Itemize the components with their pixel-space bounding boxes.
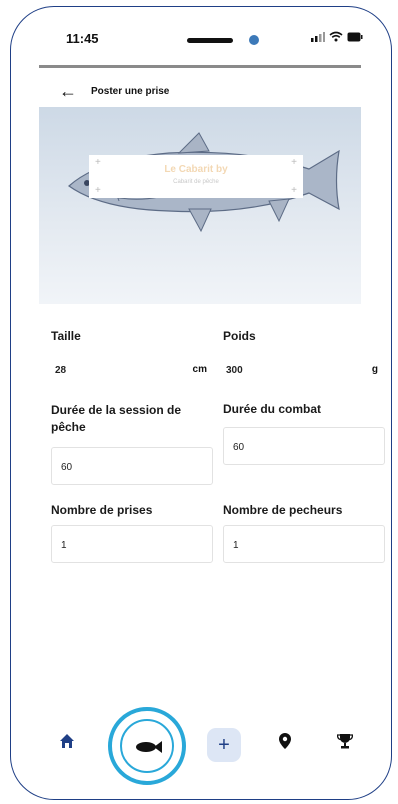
taille-value: 28	[55, 365, 67, 376]
phone-frame: 11:45 ← Poster une prise + + + + Le Caba…	[10, 6, 392, 800]
page-title: Poster une prise	[91, 86, 170, 97]
plus-icon: +	[218, 734, 230, 756]
nombre-prises-value: 1	[61, 540, 67, 551]
duree-combat-value: 60	[233, 442, 245, 453]
page-header: ← Poster une prise	[59, 81, 169, 102]
plus-mark: +	[95, 185, 101, 196]
taille-label: Taille	[51, 329, 81, 343]
poids-unit: g	[371, 364, 378, 375]
status-bar: 11:45	[11, 7, 391, 67]
brand-logo-sub: Cabarit de pêche	[173, 179, 219, 185]
taille-input[interactable]: 28 cm	[46, 351, 216, 389]
nombre-prises-label: Nombre de prises	[51, 503, 153, 517]
home-icon[interactable]	[59, 733, 75, 754]
nombre-pecheurs-label: Nombre de pecheurs	[223, 503, 343, 517]
brand-logo-box: + + + + Le Cabarit by Cabarit de pêche	[89, 155, 303, 198]
camera-dot	[249, 35, 259, 45]
poids-value: 300	[226, 365, 243, 376]
nombre-pecheurs-value: 1	[233, 540, 239, 551]
poids-input[interactable]: 300 g	[217, 351, 387, 389]
nombre-pecheurs-input[interactable]: 1	[223, 525, 385, 563]
fish-hero-banner	[39, 107, 361, 304]
brand-logo-text: Le Cabarit by	[164, 164, 228, 175]
nombre-prises-input[interactable]: 1	[51, 525, 213, 563]
location-pin-icon[interactable]	[279, 733, 291, 754]
bottom-nav: +	[11, 707, 391, 785]
status-icons	[311, 31, 363, 45]
duree-combat-label: Durée du combat	[223, 402, 322, 416]
wifi-icon	[329, 31, 343, 45]
plus-mark: +	[291, 185, 297, 196]
status-divider	[39, 65, 361, 68]
back-arrow-icon[interactable]: ←	[59, 81, 77, 102]
duree-combat-input[interactable]: 60	[223, 427, 385, 465]
signal-icon	[311, 31, 325, 45]
fish-icon[interactable]	[134, 740, 162, 758]
trophy-icon[interactable]	[336, 733, 354, 754]
active-tab-ring[interactable]	[108, 707, 186, 785]
add-button[interactable]: +	[207, 728, 241, 762]
poids-label: Poids	[223, 329, 256, 343]
duree-session-label: Durée de la session de pêche	[51, 403, 182, 434]
notch-pill	[187, 38, 233, 43]
duree-session-input[interactable]: 60	[51, 447, 213, 485]
duree-session-value: 60	[61, 462, 73, 473]
taille-unit: cm	[192, 364, 207, 375]
status-time: 11:45	[66, 31, 99, 46]
battery-icon	[347, 32, 363, 45]
